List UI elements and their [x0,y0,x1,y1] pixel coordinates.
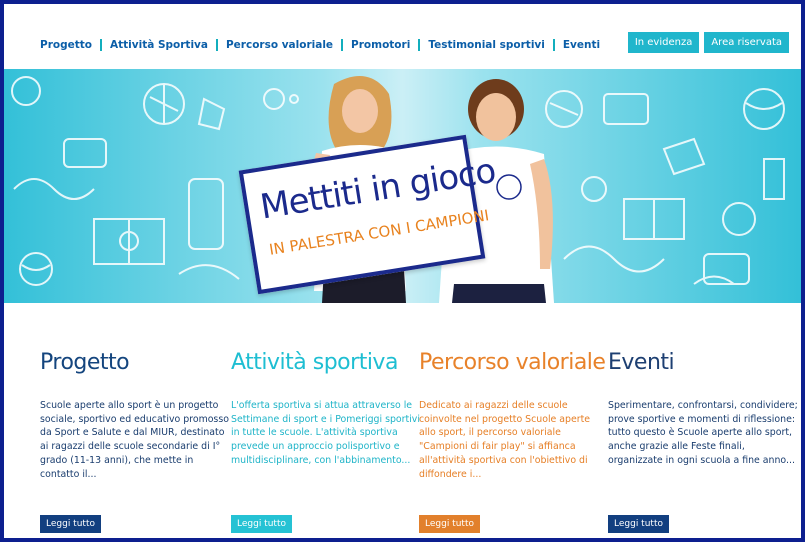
column-text: Scuole aperte allo sport è un progetto s… [40,400,229,480]
nav-item-attivita-sportiva[interactable]: Attività Sportiva [110,39,208,51]
area-riservata-button[interactable]: Area riservata [704,32,789,53]
nav-item-percorso-valoriale[interactable]: Percorso valoriale [226,39,333,51]
nav-item-promotori[interactable]: Promotori [351,39,410,51]
page-frame: Progetto Attività Sportiva Percorso valo… [0,0,805,542]
leggi-tutto-button[interactable]: Leggi tutto [231,515,292,533]
nav-item-progetto[interactable]: Progetto [40,39,92,51]
nav-item-testimonial-sportivi[interactable]: Testimonial sportivi [428,39,545,51]
nav-separator [418,39,421,51]
column-title: Percorso valoriale [419,350,606,375]
column-attivita-sportiva: Attività sportiva L'offerta sportiva si … [231,349,421,533]
column-text: Dedicato ai ragazzi delle scuole coinvol… [419,400,591,480]
leggi-tutto-button[interactable]: Leggi tutto [608,515,669,533]
nav-item-eventi[interactable]: Eventi [563,39,600,51]
column-progetto: Progetto Scuole aperte allo sport è un p… [40,349,230,533]
leggi-tutto-button[interactable]: Leggi tutto [40,515,101,533]
column-title: Attività sportiva [231,350,398,375]
top-right-buttons: In evidenza Area riservata [627,32,789,53]
column-eventi: Eventi Sperimentare, confrontarsi, condi… [608,349,798,533]
column-title: Eventi [608,350,675,375]
column-text: L'offerta sportiva si attua attraverso l… [231,400,420,466]
nav-separator [99,39,102,51]
in-evidenza-button[interactable]: In evidenza [627,32,700,53]
nav-separator [341,39,344,51]
column-percorso-valoriale: Percorso valoriale Dedicato ai ragazzi d… [419,349,609,533]
hero-banner: Mettiti in gioco IN PALESTRA CON I CAMPI… [4,69,801,303]
main-nav: Progetto Attività Sportiva Percorso valo… [40,28,600,62]
nav-separator [215,39,218,51]
nav-separator [552,39,555,51]
column-text: Sperimentare, confrontarsi, condividere;… [608,400,798,466]
column-title: Progetto [40,350,130,375]
leggi-tutto-button[interactable]: Leggi tutto [419,515,480,533]
